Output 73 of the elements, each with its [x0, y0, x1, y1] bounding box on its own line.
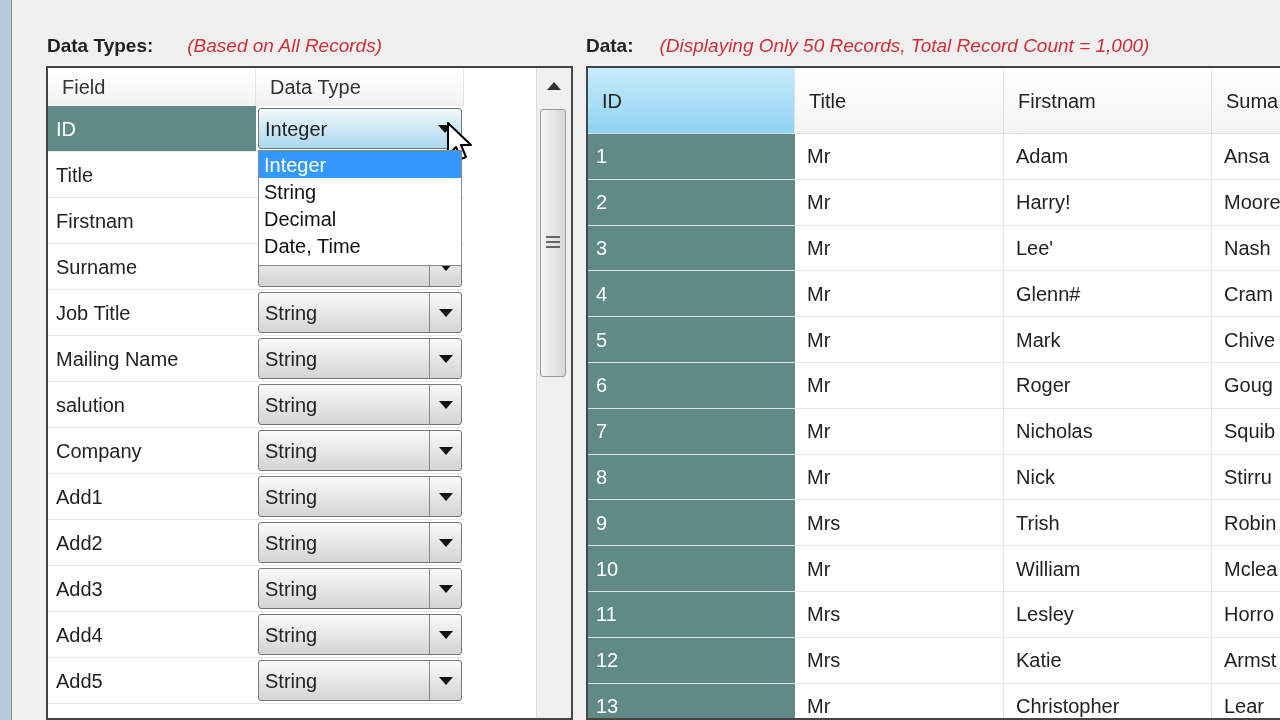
table-cell: 10 [588, 546, 795, 592]
table-cell: Nick [1004, 454, 1212, 501]
type-dropdown[interactable]: String [258, 384, 462, 425]
column-header[interactable]: Data Type [256, 68, 464, 106]
type-dropdown[interactable]: String [258, 338, 462, 379]
dropdown-option[interactable]: String [259, 178, 461, 205]
table-cell: Adam [1004, 134, 1212, 180]
table-cell: 9 [588, 500, 795, 547]
table-cell: Nicholas [1004, 408, 1212, 455]
panel-note: (Displaying Only 50 Records, Total Record Count = 1,000) [659, 33, 1150, 58]
table-cell: Mrs [795, 637, 1004, 684]
table-cell: 13 [588, 683, 795, 718]
scroll-thumb[interactable] [540, 109, 566, 377]
table-cell: 5 [588, 317, 795, 363]
table-cell: Roger [1004, 363, 1212, 409]
table-cell: Mr [795, 317, 1004, 363]
table-cell: Mrs [795, 591, 1004, 638]
table-cell: 1 [588, 134, 795, 180]
dropdown-arrow-icon [438, 676, 453, 685]
table-cell: 7 [588, 408, 795, 455]
type-dropdown[interactable]: String [258, 292, 462, 333]
table-cell: Mr [795, 546, 1004, 592]
table-cell: Mr [795, 363, 1004, 409]
table-cell: 4 [588, 271, 795, 318]
scroll-up-icon[interactable] [547, 82, 561, 90]
field-cell[interactable]: ID [48, 106, 256, 152]
dropdown-arrow-icon [438, 354, 453, 363]
type-dropdown[interactable]: String [258, 614, 462, 655]
table-cell: William [1004, 546, 1212, 592]
dropdown-option[interactable]: Date, Time [259, 232, 461, 259]
column-header[interactable]: Field [48, 68, 256, 106]
table-cell: Katie [1004, 637, 1212, 684]
table-cell: Mr [795, 179, 1004, 226]
column-header[interactable]: Title [795, 68, 1004, 134]
panel-label: Data Types: [47, 33, 154, 58]
type-dropdown[interactable]: String [258, 476, 462, 517]
dropdown-arrow-icon [438, 492, 453, 501]
table-cell: Mr [795, 225, 1004, 272]
panel-label: Data: [586, 33, 634, 58]
table-cell: Mr [795, 408, 1004, 455]
type-dropdown[interactable]: Integer [258, 108, 462, 149]
dropdown-arrow-icon [438, 630, 453, 639]
dropdown-arrow-icon [438, 538, 453, 547]
table-cell: Mr [795, 271, 1004, 318]
grip-icon [546, 236, 560, 248]
column-header[interactable]: ID [588, 68, 795, 134]
type-dropdown[interactable]: String [258, 430, 462, 471]
table-cell: 2 [588, 179, 795, 226]
table-cell: Mr [795, 134, 1004, 180]
dropdown-arrow-icon [438, 400, 453, 409]
scrollbar[interactable] [536, 68, 571, 718]
table-cell: Glenn# [1004, 271, 1212, 318]
table-cell: Mark [1004, 317, 1212, 363]
table-cell: 6 [588, 363, 795, 409]
dropdown-arrow-icon [438, 584, 453, 593]
dropdown-option[interactable]: Decimal [259, 205, 461, 232]
table-cell: Mrs [795, 500, 1004, 547]
table-cell: 12 [588, 637, 795, 684]
dropdown-arrow-icon [438, 446, 453, 455]
table-cell: Trish [1004, 500, 1212, 547]
dropdown-arrow-icon [438, 308, 453, 317]
table-cell: Lee' [1004, 225, 1212, 272]
type-dropdown[interactable]: String [258, 522, 462, 563]
table-cell: Lesley [1004, 591, 1212, 638]
table-cell: 11 [588, 591, 795, 638]
table-cell: Mr [795, 454, 1004, 501]
panel-note: (Based on All Records) [187, 33, 382, 58]
table-cell: Harry! [1004, 179, 1212, 226]
table-cell: 3 [588, 225, 795, 272]
type-dropdown[interactable]: String [258, 660, 462, 701]
type-dropdown[interactable]: String [258, 568, 462, 609]
column-header[interactable]: Firstnam [1004, 68, 1212, 134]
table-cell: 8 [588, 454, 795, 501]
